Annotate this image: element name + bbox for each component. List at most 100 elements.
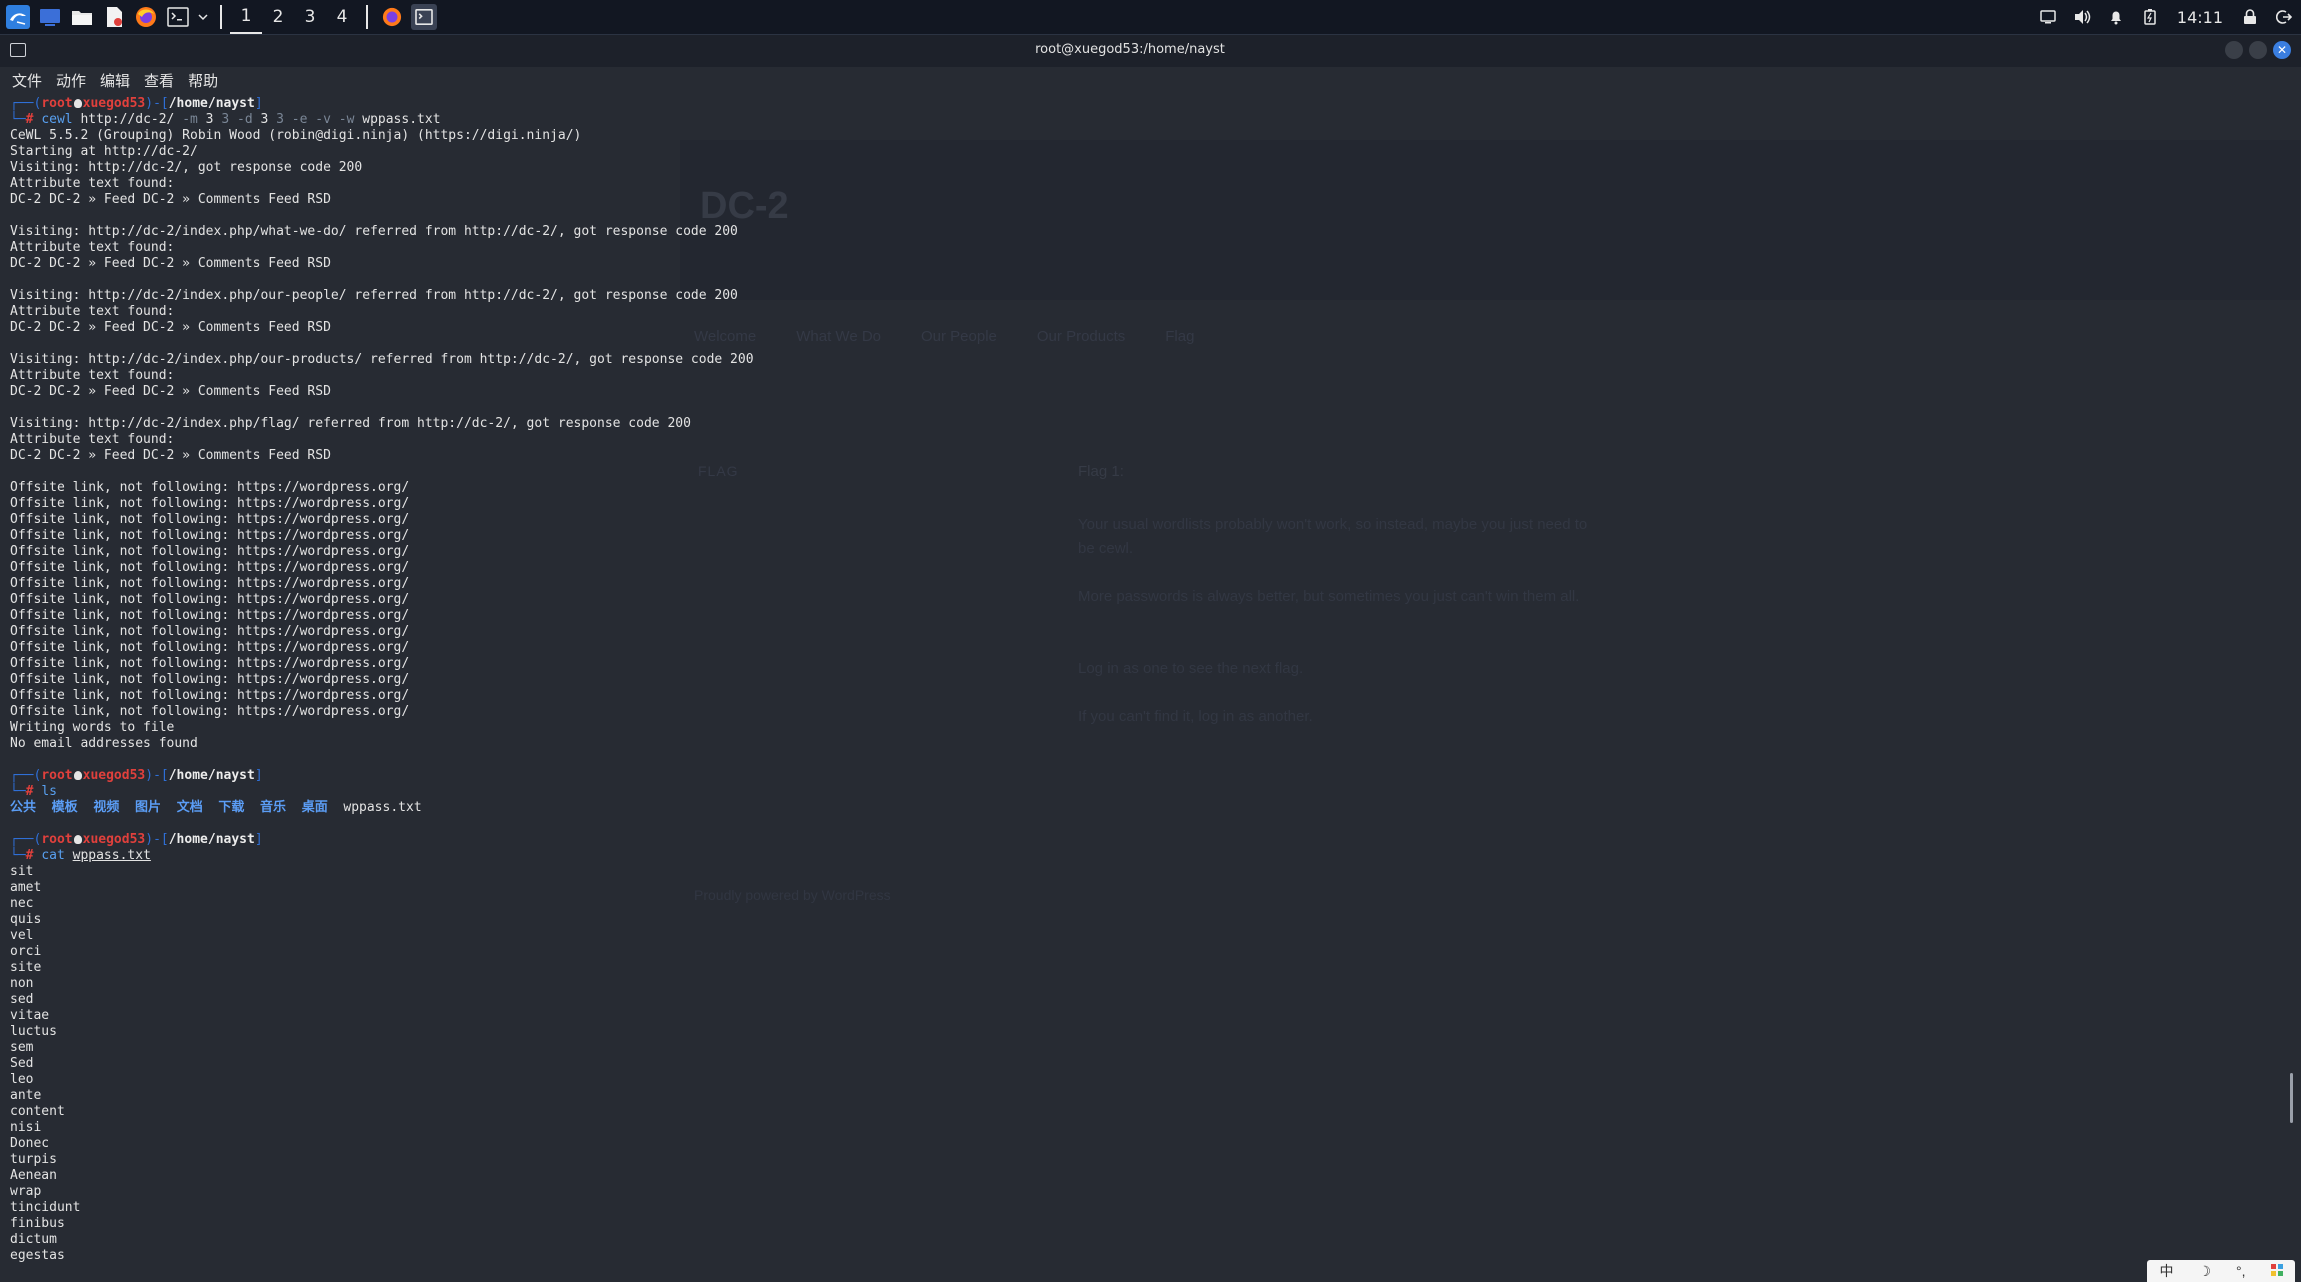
output-line: Offsite link, not following: https://wor… — [10, 528, 410, 543]
output-line: DC-2 DC-2 » Feed DC-2 » Comments Feed RS… — [10, 448, 331, 463]
display-icon[interactable] — [2031, 0, 2065, 34]
output-line: Aenean — [10, 1168, 57, 1183]
terminal-scrollbar[interactable] — [2290, 1073, 2293, 1123]
workspace-2[interactable]: 2 — [262, 0, 294, 34]
menu-bar: 文件 动作 编辑 查看 帮助 — [0, 67, 2301, 93]
output-line: Offsite link, not following: https://wor… — [10, 480, 410, 495]
maximize-button[interactable] — [2249, 41, 2267, 59]
app-launchers: 1 2 3 4 — [0, 0, 440, 34]
menu-help[interactable]: 帮助 — [188, 70, 218, 91]
output-line: leo — [10, 1072, 34, 1087]
output-line: ante — [10, 1088, 42, 1103]
command-name: ls — [41, 784, 57, 799]
terminal-window-icon[interactable] — [411, 4, 437, 30]
lock-icon[interactable] — [2233, 0, 2267, 34]
output-line: Offsite link, not following: https://wor… — [10, 704, 410, 719]
output-line: DC-2 DC-2 » Feed DC-2 » Comments Feed RS… — [10, 256, 331, 271]
ls-output-line: 公共 模板 视频 图片 文档 下载 音乐 桌面 wppass.txt — [10, 800, 2270, 816]
output-line: DC-2 DC-2 » Feed DC-2 » Comments Feed RS… — [10, 384, 331, 399]
menu-file[interactable]: 文件 — [12, 70, 42, 91]
output-line: No email addresses found — [10, 736, 198, 751]
command-name: cat — [41, 848, 65, 863]
menu-edit[interactable]: 编辑 — [100, 70, 130, 91]
output-line: Offsite link, not following: https://wor… — [10, 560, 410, 575]
terminal-icon[interactable] — [165, 4, 191, 30]
command-name: cewl — [41, 112, 73, 127]
prompt-path: /home/nayst — [168, 768, 255, 783]
prompt-hash: # — [25, 848, 42, 863]
input-method-bar[interactable]: 中 ☽ °, — [2147, 1260, 2295, 1282]
output-line: Visiting: http://dc-2/index.php/our-prod… — [10, 352, 754, 367]
workspace-3[interactable]: 3 — [294, 0, 326, 34]
prompt-frame: └─ — [10, 848, 26, 863]
command-option: -w — [338, 112, 355, 127]
prompt-path: /home/nayst — [168, 832, 255, 847]
ime-language[interactable]: 中 — [2159, 1261, 2173, 1281]
terminal-output[interactable]: ┌──(root xuegod53)-[/home/nayst] └─# cewl … — [10, 96, 2270, 1264]
notification-bell-icon[interactable] — [2099, 0, 2133, 34]
output-line: Offsite link, not following: https://wor… — [10, 544, 410, 559]
command-option: -m — [182, 112, 198, 127]
kali-menu-icon[interactable] — [5, 4, 31, 30]
prompt-frame: )-[ — [145, 768, 169, 783]
chevron-down-icon[interactable] — [197, 4, 209, 30]
menu-view[interactable]: 查看 — [144, 70, 174, 91]
logout-icon[interactable] — [2267, 0, 2301, 34]
ls-directory: 图片 — [135, 800, 162, 815]
command-line: └─# cat wppass.txt — [10, 848, 2270, 864]
command-arg — [284, 112, 292, 127]
menu-actions[interactable]: 动作 — [56, 70, 86, 91]
ls-directory: 下载 — [218, 800, 245, 815]
firefox-icon[interactable] — [133, 4, 159, 30]
volume-icon[interactable] — [2065, 0, 2099, 34]
desktop-icon[interactable] — [37, 4, 63, 30]
text-editor-icon[interactable] — [101, 4, 127, 30]
output-line: luctus — [10, 1024, 57, 1039]
output-line: content — [10, 1104, 65, 1119]
output-line: amet — [10, 880, 42, 895]
minimize-button[interactable] — [2225, 41, 2243, 59]
ls-spacer — [78, 800, 94, 815]
output-line: Offsite link, not following: https://wor… — [10, 512, 410, 527]
moon-icon[interactable]: ☽ — [2198, 1263, 2211, 1280]
close-button[interactable]: ✕ — [2273, 41, 2291, 59]
battery-icon[interactable] — [2133, 0, 2167, 34]
workspace-4[interactable]: 4 — [326, 0, 358, 34]
output-line: finibus — [10, 1216, 65, 1231]
output-line: Visiting: http://dc-2/index.php/what-we-… — [10, 224, 738, 239]
ls-spacer — [161, 800, 177, 815]
output-line: Offsite link, not following: https://wor… — [10, 592, 410, 607]
prompt-frame: └─ — [10, 112, 26, 127]
output-line: CeWL 5.5.2 (Grouping) Robin Wood (robin@… — [10, 128, 582, 143]
command-arg — [65, 848, 73, 863]
prompt-frame: )-[ — [145, 96, 169, 111]
output-line: non — [10, 976, 34, 991]
window-titlebar[interactable]: root@xuegod53:/home/nayst ✕ — [0, 35, 2301, 67]
output-line: Attribute text found: — [10, 176, 175, 191]
clock[interactable]: 14:11 — [2167, 8, 2233, 27]
command-arg: http://dc-2/ — [72, 112, 183, 127]
firefox-window-icon[interactable] — [379, 4, 405, 30]
command-arg — [331, 112, 339, 127]
file-manager-icon[interactable] — [69, 4, 95, 30]
grid-icon[interactable] — [2270, 1263, 2283, 1279]
workspace-1[interactable]: 1 — [230, 0, 262, 34]
command-option: 3 — [276, 112, 284, 127]
command-line: └─# cewl http://dc-2/ -m 3 3 -d 3 3 -e -… — [10, 112, 2270, 128]
punctuation-icon[interactable]: °, — [2236, 1263, 2246, 1279]
prompt-line: ┌──(root xuegod53)-[/home/nayst] — [10, 96, 2270, 112]
ls-directory: 桌面 — [301, 800, 328, 815]
output-line: Sed — [10, 1056, 34, 1071]
prompt-user: root — [41, 768, 73, 783]
output-line: sed — [10, 992, 34, 1007]
window-controls: ✕ — [2225, 41, 2291, 59]
output-line: Visiting: http://dc-2/, got response cod… — [10, 160, 363, 175]
output-line: Visiting: http://dc-2/index.php/flag/ re… — [10, 416, 691, 431]
skull-icon — [73, 99, 82, 108]
output-line: Offsite link, not following: https://wor… — [10, 688, 410, 703]
ls-directory: 音乐 — [260, 800, 287, 815]
prompt-frame: ] — [254, 768, 263, 783]
output-line: Offsite link, not following: https://wor… — [10, 640, 410, 655]
